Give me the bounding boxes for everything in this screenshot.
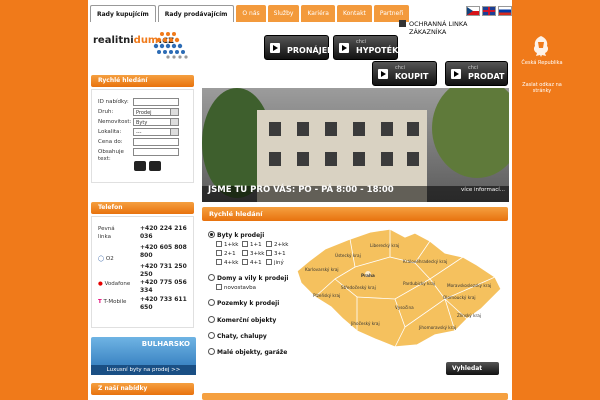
quick-search-header: Rychlé hledání [202, 207, 508, 221]
checkbox-3kk[interactable]: 3+kk [242, 250, 264, 257]
checkbox-2-1[interactable]: 2+1 [216, 250, 236, 257]
tab-buyers[interactable]: Rady kupujícím [90, 5, 156, 22]
radio-small-objects[interactable]: Malé objekty, garáže [208, 348, 287, 356]
radio-houses[interactable]: Domy a vily k prodeji [208, 274, 288, 282]
region-plzen[interactable]: Plzeňský kraj [313, 293, 340, 298]
rent-button[interactable]: PRONÁJEM [264, 35, 335, 60]
more-info-link[interactable]: více informací... [461, 187, 505, 193]
bulgaria-banner[interactable]: BULHARSKO Luxusní byty na prodej >> [91, 337, 196, 375]
checkbox-other[interactable]: jiný [266, 259, 284, 266]
region-liberec[interactable]: Liberecký kraj [370, 243, 399, 248]
region-south-bohemia[interactable]: Jihočeský kraj [350, 321, 380, 326]
radio-land[interactable]: Pozemky k prodeji [208, 299, 279, 307]
location-select[interactable]: --- [133, 128, 179, 136]
crest-label: Česká Republika [521, 60, 563, 66]
buy-button[interactable]: chci KOUPIT [372, 61, 437, 86]
search-icon[interactable] [134, 161, 146, 171]
english-flag-icon[interactable] [482, 6, 496, 16]
radio-commercial[interactable]: Komerční objekty [208, 316, 276, 324]
region-pardubice[interactable]: Pardubický kraj [403, 281, 435, 286]
region-prague[interactable]: Praha [361, 273, 375, 278]
tab-career[interactable]: Kariéra [301, 5, 335, 22]
arrow-icon [451, 69, 461, 79]
vodafone-label: ● Vodafone [98, 281, 131, 287]
type-select[interactable]: Prodej [133, 108, 179, 116]
sidebar-phone-header: Telefon [91, 202, 194, 214]
russian-flag-icon[interactable] [498, 6, 512, 16]
czech-regions-map[interactable]: Liberecký kraj Ústecký kraj Královéhrade… [295, 227, 503, 349]
property-select[interactable]: Byty [133, 118, 179, 126]
region-hradec[interactable]: Královéhradecký kraj [403, 259, 447, 264]
text-input[interactable] [133, 148, 179, 156]
region-south-moravia[interactable]: Jihomoravský kraj [418, 325, 456, 330]
region-moravia-silesia[interactable]: Moravskoslezský kraj [447, 283, 491, 288]
sidebar-search-form: ID nabídky: Druh: Prodej Nemovitost: Byt… [91, 89, 194, 183]
sell-button[interactable]: chci PRODAT [445, 61, 508, 86]
checkbox-1kk[interactable]: 1+kk [216, 241, 238, 248]
arrow-icon [339, 43, 349, 53]
logo-dots-icon [153, 32, 188, 59]
region-usti[interactable]: Ústecký kraj [335, 253, 361, 258]
czech-lion-crest-icon[interactable] [530, 34, 552, 58]
search-submit-button[interactable]: Vyhledat [446, 362, 499, 375]
sidebar-phone-box: Pevná linka +420 224 216 036 +420 605 80… [91, 216, 194, 328]
checkbox-4kk[interactable]: 4+kk [216, 259, 238, 266]
send-link[interactable]: Zaslat odkaz na stránky [519, 82, 565, 94]
region-vysocina[interactable]: Vysočina [395, 305, 414, 310]
arrow-icon [378, 69, 388, 79]
checkbox-1-1[interactable]: 1+1 [242, 241, 262, 248]
price-input[interactable] [133, 138, 179, 146]
czech-flag-icon[interactable] [466, 6, 480, 16]
arrow-icon [270, 43, 280, 53]
checkbox-3-1[interactable]: 3+1 [266, 250, 286, 257]
sidebar-offers-header: Z naší nabídky [91, 383, 194, 395]
reset-icon[interactable] [149, 161, 161, 171]
offer-id-input[interactable] [133, 98, 179, 106]
radio-cottages[interactable]: Chaty, chalupy [208, 332, 267, 340]
tab-contact[interactable]: Kontakt [336, 5, 372, 22]
checkbox-2kk[interactable]: 2+kk [266, 241, 288, 248]
top-navigation: Rady kupujícím Rady prodávajícím O nás S… [90, 5, 410, 22]
sidebar-search-header: Rychlé hledání [91, 75, 194, 87]
mortgage-button[interactable]: chci HYPOTÉKU [333, 35, 405, 60]
checkbox-new-build[interactable]: novostavba [216, 284, 256, 291]
region-olomouc[interactable]: Olomoucký kraj [443, 295, 476, 300]
tab-services[interactable]: Služby [267, 5, 300, 22]
region-zlin[interactable]: Zlínský kraj [457, 313, 481, 318]
checkbox-4-1[interactable]: 4+1 [242, 259, 262, 266]
o2-label: ◯ O2 [98, 256, 114, 262]
region-karlovy-vary[interactable]: Karlovarský kraj [305, 267, 339, 272]
region-central[interactable]: Středočeský kraj [341, 285, 376, 290]
language-flags [466, 6, 512, 16]
phone-icon [399, 20, 406, 27]
radio-flats[interactable]: Byty k prodeji [208, 231, 264, 239]
tab-about[interactable]: O nás [236, 5, 266, 22]
customer-hotline[interactable]: OCHRANNÁ LINKA ZÁKAZNÍKA [399, 20, 467, 36]
hero-image: JSME TU PRO VÁS: PO - PÁ 8:00 - 18:00 ví… [202, 88, 509, 202]
tmobile-label: T T-Mobile [98, 299, 127, 305]
tab-sellers[interactable]: Rady prodávajícím [157, 5, 235, 22]
bottom-section-header [202, 393, 508, 400]
